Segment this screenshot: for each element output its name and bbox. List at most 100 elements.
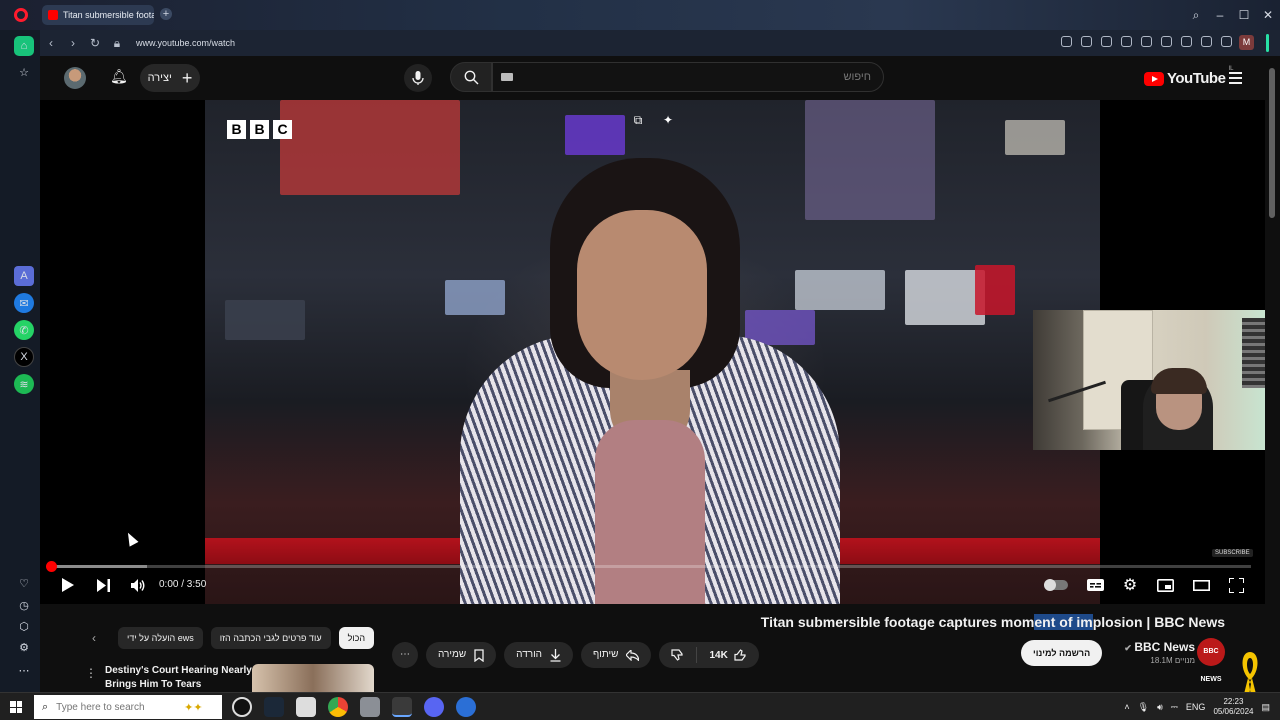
recommendation-thumbnail[interactable] (252, 664, 374, 692)
account-avatar[interactable] (64, 67, 86, 89)
bookmarks-star-icon[interactable]: ☆ (14, 62, 34, 82)
opera-taskbar-icon[interactable] (392, 697, 412, 717)
search-input[interactable] (492, 62, 884, 92)
settings-gear-icon[interactable]: ⚙ (1121, 576, 1139, 594)
more-actions-button[interactable]: ⋯ (392, 642, 418, 668)
miniplayer-button[interactable] (1156, 576, 1174, 594)
home-icon[interactable]: ⌂ (14, 36, 34, 56)
shield-icon[interactable] (1141, 36, 1152, 47)
like-button[interactable]: 14K (697, 642, 758, 668)
x-twitter-icon[interactable]: X (14, 347, 34, 367)
c-app-icon[interactable] (456, 697, 476, 717)
download-button[interactable]: הורדה (504, 642, 574, 668)
app-icon[interactable] (296, 697, 316, 717)
tab-title: Titan submersible footage (63, 10, 154, 20)
mute-button[interactable] (129, 576, 147, 594)
minimize-button[interactable]: – (1208, 8, 1232, 22)
channel-name[interactable]: ✔︎ BBC News (1124, 640, 1195, 654)
play-button[interactable] (60, 576, 76, 594)
profile-avatar[interactable]: M (1239, 35, 1254, 50)
notifications-icon[interactable]: ▤ (1261, 702, 1270, 713)
browser-tab[interactable]: Titan submersible footage (42, 5, 154, 25)
steam-icon[interactable] (264, 697, 284, 717)
video-frame[interactable]: B B C ⧉ ✦ (205, 100, 1100, 604)
search-tabs-icon[interactable]: ⌕ (1184, 8, 1208, 23)
shield-app-icon[interactable] (360, 697, 380, 717)
whatsapp-icon[interactable]: ✆ (14, 320, 34, 340)
more-icon[interactable]: ⋯ (14, 660, 34, 680)
chips-scroll-left-icon[interactable]: ‹ (92, 631, 96, 645)
dislike-button[interactable] (659, 642, 696, 668)
discord-icon[interactable] (424, 697, 444, 717)
forward-icon[interactable]: › (62, 36, 84, 50)
search-in-page-icon[interactable] (1061, 36, 1072, 47)
search-button[interactable] (450, 62, 492, 92)
autoplay-toggle[interactable] (1044, 579, 1068, 591)
opera-logo-icon[interactable] (14, 8, 28, 22)
sparkle-icon[interactable]: ✦ (660, 112, 676, 128)
browser-tab-bar: Titan submersible footage + ⌕ – ☐ ✕ (0, 0, 1280, 30)
search-icon (464, 70, 478, 84)
new-tab-button[interactable]: + (160, 8, 172, 20)
channel-avatar[interactable]: BBC NEWS (1197, 638, 1225, 683)
spotify-icon[interactable]: ≋ (14, 374, 34, 394)
taskbar-search[interactable]: ⌕ ✦✦ (34, 695, 222, 719)
address-bar: ‹ › ↻ 🔒︎ www.youtube.com/watch M (40, 30, 1280, 56)
aria-icon[interactable]: A (14, 266, 34, 286)
next-button[interactable] (95, 576, 111, 594)
share-button[interactable]: שיתוף (581, 642, 652, 668)
network-icon[interactable]: ⎓ (1171, 702, 1178, 713)
easy-setup-icon[interactable] (1221, 36, 1232, 47)
popout-icon[interactable]: ⧉ (630, 112, 646, 128)
taskbar-search-input[interactable] (56, 701, 177, 713)
guide-menu-icon[interactable] (1229, 72, 1242, 87)
clock[interactable]: 22:23 05/06/2024 (1213, 697, 1253, 717)
windows-start-icon[interactable] (10, 701, 22, 713)
heart-outline-icon[interactable] (1181, 36, 1192, 47)
subscriber-count: 18.1M מנויים (1150, 656, 1195, 665)
recommendation-menu-icon[interactable]: ⋮ (85, 666, 97, 680)
obs-icon[interactable] (232, 697, 252, 717)
camera-icon[interactable] (1101, 36, 1112, 47)
theater-mode-button[interactable] (1192, 576, 1210, 594)
reload-icon[interactable]: ↻ (84, 36, 106, 50)
chrome-icon[interactable] (328, 697, 348, 717)
messenger-icon[interactable]: ✉ (14, 293, 34, 313)
language-indicator[interactable]: ENG (1186, 702, 1206, 712)
progress-bar[interactable] (51, 565, 1251, 568)
subscribe-button[interactable]: הרשמה למינוי (1021, 640, 1103, 666)
fullscreen-button[interactable] (1227, 576, 1245, 594)
player-icon[interactable] (1161, 36, 1172, 47)
subscribe-watermark[interactable]: SUBSCRIBE (1212, 549, 1253, 557)
search-icon: ⌕ (42, 700, 49, 713)
chip-all[interactable]: הכול (338, 627, 375, 649)
save-button[interactable]: שמירה (426, 642, 497, 668)
video-actions: ⋯ שמירה הורדה שיתוף 14K (392, 642, 759, 668)
close-window-button[interactable]: ✕ (1256, 8, 1280, 22)
scrubber-handle[interactable] (46, 561, 57, 572)
chip-more-about-story[interactable]: עוד פרטים לגבי הכתבה הזו (210, 627, 331, 649)
download-icon[interactable] (1201, 36, 1212, 47)
vpn-icon[interactable] (1121, 36, 1132, 47)
maximize-button[interactable]: ☐ (1232, 8, 1256, 22)
cube-icon[interactable]: ⬡ (14, 616, 34, 636)
voice-search-mic-icon[interactable] (404, 64, 432, 92)
recommendation-title[interactable]: Destiny's Court Hearing Nearly Brings Hi… (105, 664, 253, 692)
speaker-icon[interactable]: 🔊︎ (1157, 702, 1163, 713)
back-icon[interactable]: ‹ (40, 36, 62, 50)
notifications-bell-icon[interactable]: 🔔︎ (110, 68, 128, 85)
youtube-logo[interactable]: YouTube IL (1144, 66, 1233, 87)
url-text[interactable]: www.youtube.com/watch (136, 38, 235, 48)
subtitles-button[interactable] (1086, 576, 1104, 594)
create-button[interactable]: יצירה + (140, 64, 200, 92)
page-scrollbar[interactable] (1265, 56, 1280, 692)
edit-icon[interactable] (1081, 36, 1092, 47)
microphone-icon[interactable]: 🎙︎ (1138, 702, 1149, 713)
tray-overflow-icon[interactable]: ˄ (1124, 702, 1129, 712)
chip-uploaded-by[interactable]: הועלה על ידי ews (118, 627, 203, 649)
keyboard-icon[interactable] (501, 73, 513, 81)
history-icon[interactable]: ◷ (14, 595, 34, 615)
scrollbar-thumb[interactable] (1269, 68, 1275, 218)
settings-gear-icon[interactable]: ⚙ (14, 637, 34, 657)
heart-icon[interactable]: ♡ (14, 573, 34, 593)
